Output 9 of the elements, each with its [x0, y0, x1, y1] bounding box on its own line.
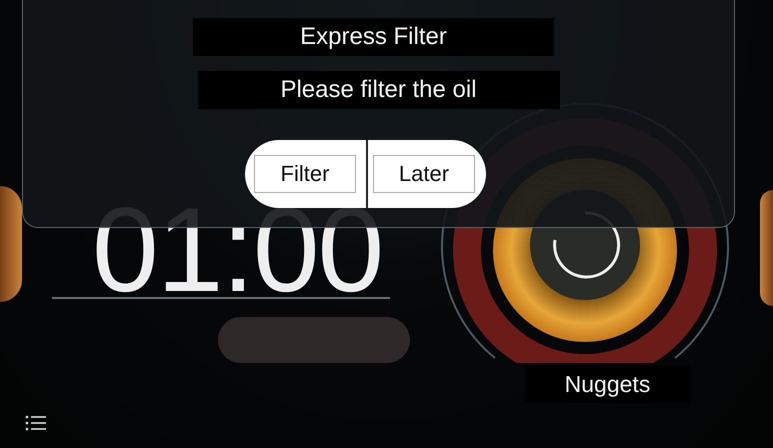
- photo-placeholder[interactable]: [0, 186, 22, 302]
- list-icon[interactable]: [25, 414, 47, 432]
- product-name: Nuggets: [524, 366, 690, 403]
- timer-display: 01:00: [92, 207, 382, 294]
- photo-placeholder[interactable]: [760, 190, 773, 306]
- dialog-title: Express Filter: [193, 18, 554, 56]
- dialog-button[interactable]: Filter: [245, 140, 366, 208]
- dialog-button[interactable]: Later: [366, 140, 486, 208]
- dialog-message: Please filter the oil: [198, 71, 560, 109]
